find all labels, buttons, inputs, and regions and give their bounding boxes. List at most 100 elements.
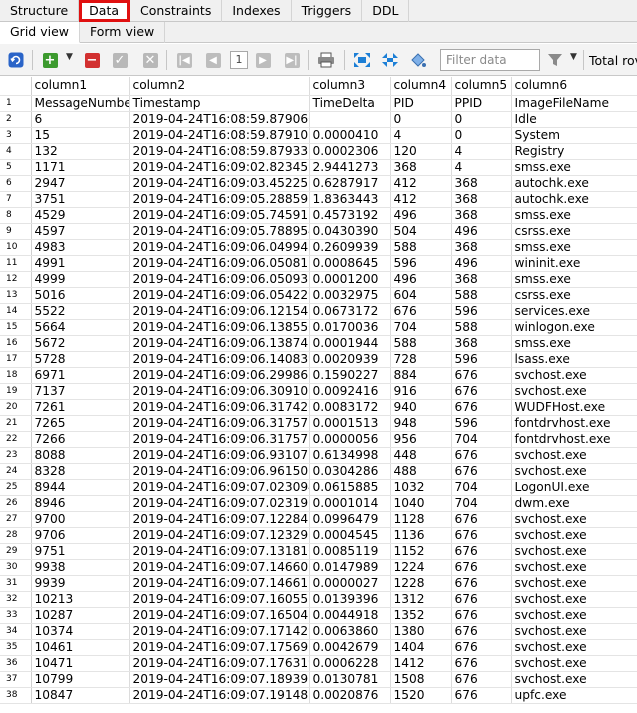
row-number[interactable]: 15 [0,319,32,336]
table-cell[interactable]: 2019-04-24T16:09:06.1385507 [129,319,310,336]
table-cell[interactable]: smss.exe [511,239,637,256]
table-cell[interactable]: 10374 [31,623,130,640]
table-cell[interactable]: 704 [451,495,512,512]
page-number-field[interactable]: 1 [230,51,248,69]
table-cell[interactable]: 5016 [31,287,130,304]
row-number[interactable]: 30 [0,559,32,576]
table-cell[interactable]: 368 [451,271,512,288]
table-cell[interactable]: 0.0032975 [309,287,391,304]
row-number[interactable]: 18 [0,367,32,384]
table-cell[interactable]: smss.exe [511,207,637,224]
table-cell[interactable]: 4 [451,143,512,160]
table-cell[interactable]: 0.0673172 [309,303,391,320]
table-cell[interactable]: 1.8363443 [309,191,391,208]
table-cell[interactable]: services.exe [511,303,637,320]
table-cell[interactable]: 0.0001014 [309,495,391,512]
previous-page-button[interactable]: ◀ [203,50,223,70]
table-cell[interactable]: ImageFileName [511,95,637,112]
table-cell[interactable]: 676 [451,399,512,416]
table-cell[interactable]: 6971 [31,367,130,384]
table-cell[interactable]: svchost.exe [511,367,637,384]
table-cell[interactable]: 0.0092416 [309,383,391,400]
row-number[interactable]: 16 [0,335,32,352]
table-cell[interactable]: 368 [451,191,512,208]
row-number[interactable]: 26 [0,495,32,512]
table-cell[interactable]: 2019-04-24T16:09:07.1893978 [129,671,310,688]
table-cell[interactable]: 0 [390,111,452,128]
table-cell[interactable]: 956 [390,431,452,448]
table-row[interactable]: 15 5664 2019-04-24T16:09:06.1385507 0.01700… [0,319,637,336]
table-cell[interactable]: 0.0002306 [309,143,391,160]
table-cell[interactable]: autochk.exe [511,191,637,208]
table-cell[interactable]: 676 [451,687,512,704]
table-cell[interactable]: 5522 [31,303,130,320]
table-row[interactable]: 31 9939 2019-04-24T16:09:07.1466116 0.00000… [0,575,637,592]
first-page-button[interactable]: |◀ [174,50,194,70]
table-cell[interactable]: 496 [451,255,512,272]
table-cell[interactable]: svchost.exe [511,591,637,608]
table-cell[interactable]: 2019-04-24T16:08:59.8793325 [129,143,310,160]
table-cell[interactable]: 2019-04-24T16:09:07.1605512 [129,591,310,608]
table-cell[interactable]: 0.0000027 [309,575,391,592]
table-row[interactable]: 29 9751 2019-04-24T16:09:07.1318100 0.00851… [0,543,637,560]
table-cell[interactable]: 0.0615885 [309,479,391,496]
table-row[interactable]: 24 8328 2019-04-24T16:09:06.9615058 0.03042… [0,463,637,480]
table-cell[interactable]: 2019-04-24T16:09:06.0508124 [129,255,310,272]
table-cell[interactable]: 488 [390,463,452,480]
table-cell[interactable]: 940 [390,399,452,416]
table-cell[interactable]: upfc.exe [511,687,637,704]
table-cell[interactable]: 2019-04-24T16:09:06.3175718 [129,415,310,432]
table-row[interactable]: 19 7137 2019-04-24T16:09:06.3091033 0.00924… [0,383,637,400]
table-cell[interactable]: 1128 [390,511,452,528]
table-cell[interactable]: 1404 [390,639,452,656]
table-cell[interactable]: 0.0063860 [309,623,391,640]
table-cell[interactable]: svchost.exe [511,623,637,640]
table-cell[interactable]: System [511,127,637,144]
table-cell[interactable]: svchost.exe [511,511,637,528]
table-row[interactable]: 35 10461 2019-04-24T16:09:07.1756969 0.0042… [0,639,637,656]
table-cell[interactable]: 0.6134998 [309,447,391,464]
table-cell[interactable]: 704 [451,479,512,496]
row-number[interactable]: 25 [0,479,32,496]
row-number[interactable]: 12 [0,271,32,288]
table-cell[interactable]: 1312 [390,591,452,608]
table-cell[interactable]: 4991 [31,255,130,272]
table-cell[interactable]: 0.0006228 [309,655,391,672]
table-row[interactable]: 36 10471 2019-04-24T16:09:07.1763197 0.0006… [0,655,637,672]
table-cell[interactable]: 2019-04-24T16:09:07.1228436 [129,511,310,528]
table-cell[interactable]: 0.0083172 [309,399,391,416]
table-cell[interactable]: 10461 [31,639,130,656]
row-number[interactable]: 20 [0,399,32,416]
table-cell[interactable]: lsass.exe [511,351,637,368]
table-cell[interactable]: 676 [451,607,512,624]
table-cell[interactable]: 2019-04-24T16:09:03.4522515 [129,175,310,192]
row-number[interactable]: 35 [0,639,32,656]
table-cell[interactable]: LogonUI.exe [511,479,637,496]
table-row[interactable]: 30 9938 2019-04-24T16:09:07.1466089 0.01479… [0,559,637,576]
table-cell[interactable]: 676 [451,383,512,400]
data-tools-button[interactable] [408,50,428,70]
table-cell[interactable]: svchost.exe [511,655,637,672]
expand-columns-button[interactable] [352,50,372,70]
table-cell[interactable]: 496 [390,271,452,288]
table-cell[interactable]: 0.0000410 [309,127,391,144]
column-header[interactable]: column3 [309,77,391,96]
table-cell[interactable]: PID [390,95,452,112]
table-cell[interactable]: 2019-04-24T16:09:05.7459150 [129,207,310,224]
table-cell[interactable]: 704 [390,319,452,336]
table-cell[interactable]: 1508 [390,671,452,688]
table-row[interactable]: 10 4983 2019-04-24T16:09:06.0499479 0.26099… [0,239,637,256]
table-cell[interactable]: 2019-04-24T16:09:02.8234598 [129,159,310,176]
table-cell[interactable]: winlogon.exe [511,319,637,336]
table-row[interactable]: 6 2947 2019-04-24T16:09:03.4522515 0.628791… [0,175,637,192]
table-cell[interactable]: 2019-04-24T16:09:06.3174205 [129,399,310,416]
row-number[interactable]: 33 [0,607,32,624]
table-row[interactable]: 11 4991 2019-04-24T16:09:06.0508124 0.00086… [0,255,637,272]
table-cell[interactable]: 4983 [31,239,130,256]
table-cell[interactable]: 3751 [31,191,130,208]
table-cell[interactable]: 9939 [31,575,130,592]
table-row[interactable]: 1 MessageNumber Timestamp TimeDelta PID … [0,95,637,112]
row-number[interactable]: 10 [0,239,32,256]
table-cell[interactable]: svchost.exe [511,447,637,464]
row-number[interactable]: 14 [0,303,32,320]
